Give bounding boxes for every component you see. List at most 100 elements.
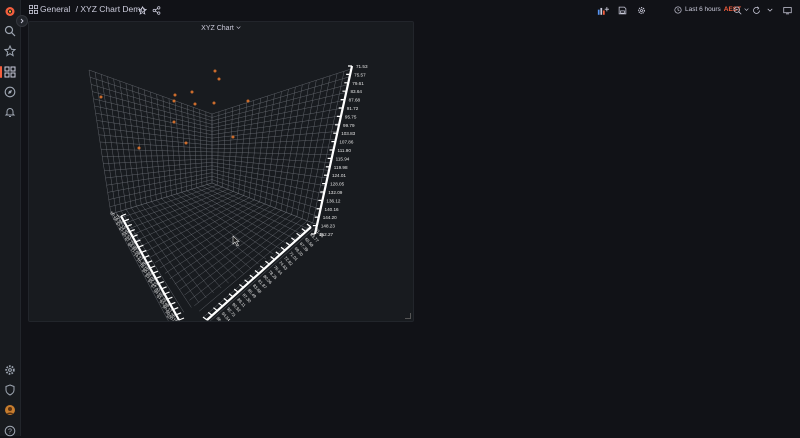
clock-icon xyxy=(674,5,682,14)
grid-line xyxy=(206,184,311,231)
axis-tick xyxy=(158,281,164,285)
dashboard-title[interactable]: XYZ Chart Demo xyxy=(80,4,145,14)
axis-tick xyxy=(218,302,223,307)
chevron-down-icon xyxy=(744,8,749,11)
search-icon[interactable] xyxy=(3,24,17,38)
axis-tick xyxy=(228,293,234,298)
axis-tick xyxy=(170,301,176,305)
settings-icon[interactable] xyxy=(637,5,646,15)
axis-tick xyxy=(213,307,218,312)
top-bar: General / XYZ Chart Demo Last 6 hours AE… xyxy=(21,0,800,20)
add-panel-icon[interactable] xyxy=(597,5,609,15)
axis-tick xyxy=(155,275,162,279)
grid-line xyxy=(125,189,228,231)
axis-right-tick-label: 87.68 xyxy=(349,98,361,103)
grid-line xyxy=(130,191,234,236)
scatter-point xyxy=(172,120,176,124)
axis-tick xyxy=(265,260,270,265)
axis-right-tick-label: 128.05 xyxy=(330,182,344,187)
resize-handle[interactable] xyxy=(405,313,411,319)
scatter-point xyxy=(184,141,188,145)
explore-icon[interactable] xyxy=(3,85,17,99)
axis-right-tick-label: 107.86 xyxy=(339,140,353,145)
axis-right-tick-label: 83.64 xyxy=(350,89,362,94)
axis-right-tick-label: 91.72 xyxy=(347,106,359,111)
save-icon[interactable] xyxy=(618,5,627,15)
grafana-logo-icon[interactable] xyxy=(3,4,17,18)
axis-right-tick-label: 95.75 xyxy=(345,114,357,119)
axis-tick xyxy=(149,265,156,269)
axis-tick xyxy=(270,256,275,261)
scatter-point xyxy=(173,93,177,97)
shield-icon[interactable] xyxy=(3,383,17,397)
grid-line xyxy=(209,224,319,321)
star-icon[interactable] xyxy=(138,5,147,15)
xyz-chart-panel: XYZ Chart 71.53 75.57 79.61 83.64 87.68 91.72… xyxy=(28,21,414,322)
scatter-point xyxy=(231,135,235,139)
scatter-point xyxy=(172,99,176,103)
axis-right-tick-label: 140.16 xyxy=(325,207,339,212)
active-indicator xyxy=(0,66,2,78)
alerting-icon[interactable] xyxy=(3,105,17,119)
axis-tick xyxy=(146,260,153,264)
sidebar: ? xyxy=(0,0,21,437)
svg-text:?: ? xyxy=(8,428,12,435)
axis-right-tick-label: 124.01 xyxy=(332,173,346,178)
scatter-point xyxy=(190,90,194,94)
breadcrumb-separator: / xyxy=(75,4,78,14)
grid-line xyxy=(176,193,266,260)
scatter-point xyxy=(217,77,221,81)
axis-tick xyxy=(207,311,213,316)
axis-right-tick-label: 132.09 xyxy=(328,190,342,195)
chevron-down-icon[interactable] xyxy=(767,5,773,15)
axis-tick xyxy=(233,288,239,293)
axis-tick xyxy=(138,244,144,248)
grid-line xyxy=(171,195,259,264)
axis-tick xyxy=(120,213,127,217)
axis-right-tick-label: 111.90 xyxy=(338,148,352,153)
grid-line xyxy=(169,207,276,280)
xyz-chart-plot[interactable]: 71.53 75.57 79.61 83.64 87.68 91.72 95.75 99.79… xyxy=(29,22,413,321)
axis-tick xyxy=(202,316,208,321)
time-range-label: Last 6 hours xyxy=(685,6,721,13)
refresh-icon[interactable] xyxy=(752,5,761,15)
dashboards-icon xyxy=(29,5,38,14)
axis-tick xyxy=(175,312,182,316)
grid-line xyxy=(156,199,237,279)
axis-tick xyxy=(167,296,173,300)
axis-tick xyxy=(164,291,170,295)
scatter-point xyxy=(246,99,250,103)
axis-tick xyxy=(223,297,229,302)
grid-line xyxy=(109,179,213,208)
axis-tick xyxy=(172,307,179,311)
axis-right-tick-label: 119.98 xyxy=(334,165,348,170)
axis-right-tick-label: 75.57 xyxy=(354,72,366,77)
axis-right-tick-label: 103.83 xyxy=(341,131,355,136)
tv-mode-icon[interactable] xyxy=(783,5,792,15)
axis-tick xyxy=(178,317,185,321)
configuration-icon[interactable] xyxy=(3,363,17,377)
avatar[interactable] xyxy=(3,403,17,417)
scatter-point xyxy=(99,95,103,99)
share-icon[interactable] xyxy=(152,5,161,15)
dashboards-icon[interactable] xyxy=(3,65,17,79)
scatter-point xyxy=(193,102,197,106)
scatter-point xyxy=(213,69,217,73)
axis-right-tick-label: 136.12 xyxy=(326,198,340,203)
axis-tick xyxy=(143,255,150,259)
axis-right-tick-label: 79.61 xyxy=(352,81,364,86)
zoom-out-icon[interactable] xyxy=(733,5,742,15)
axis-right-tick-label: 144.20 xyxy=(323,215,337,220)
axis-right-tick-label: 71.53 xyxy=(356,64,368,69)
axis-tick xyxy=(161,286,167,290)
axis-right-tick-label: 148.23 xyxy=(321,224,335,229)
grid-line xyxy=(161,198,244,274)
axis-tick xyxy=(306,223,312,228)
sidebar-toggle-button[interactable] xyxy=(16,15,28,27)
grid-line xyxy=(203,222,313,317)
scatter-point xyxy=(212,101,216,105)
breadcrumb-folder[interactable]: General xyxy=(40,4,70,14)
breadcrumb: General / XYZ Chart Demo xyxy=(40,4,145,14)
grid-line xyxy=(196,187,296,240)
star-icon[interactable] xyxy=(3,44,17,58)
